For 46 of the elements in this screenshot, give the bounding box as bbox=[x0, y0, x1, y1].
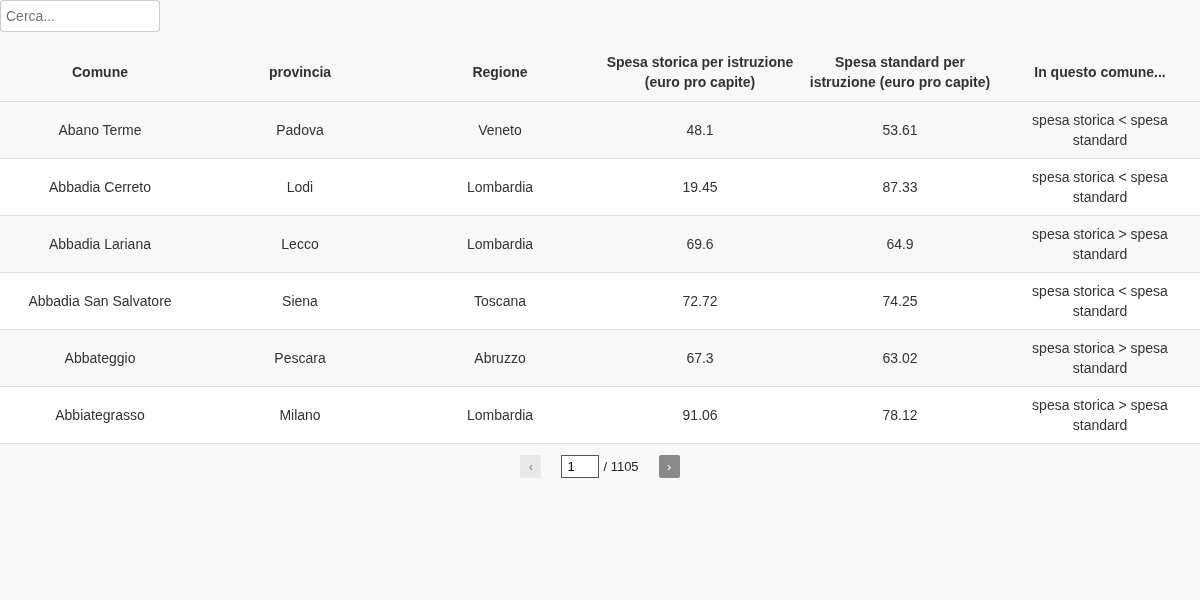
column-header: provincia bbox=[200, 42, 400, 102]
table-cell: 48.1 bbox=[600, 101, 800, 159]
column-header: In questo comune... bbox=[1000, 42, 1200, 102]
table-cell: 64.9 bbox=[800, 215, 1000, 273]
table-cell: spesa storica > spesa standard bbox=[1000, 329, 1200, 387]
table-cell: Abruzzo bbox=[400, 329, 600, 387]
table-cell: 91.06 bbox=[600, 386, 800, 444]
table-cell: 19.45 bbox=[600, 158, 800, 216]
column-header: Spesa storica per istruzione (euro pro capite) bbox=[600, 42, 800, 102]
table-cell: Lombardia bbox=[400, 158, 600, 216]
table-cell: spesa storica < spesa standard bbox=[1000, 158, 1200, 216]
table-cell: Padova bbox=[200, 101, 400, 159]
table-cell: Pescara bbox=[200, 329, 400, 387]
table-cell: Abbiategrasso bbox=[0, 386, 200, 444]
table-cell: Veneto bbox=[400, 101, 600, 159]
table-cell: 53.61 bbox=[800, 101, 1000, 159]
page-number-field[interactable]: 1 bbox=[561, 455, 600, 478]
next-page-button[interactable]: › bbox=[658, 455, 680, 478]
table-cell: spesa storica < spesa standard bbox=[1000, 272, 1200, 330]
table-cell: 67.3 bbox=[600, 329, 800, 387]
table-cell: Abbadia Cerreto bbox=[0, 158, 200, 216]
table-cell: spesa storica > spesa standard bbox=[1000, 215, 1200, 273]
table-cell: Lombardia bbox=[400, 215, 600, 273]
table-cell: 78.12 bbox=[800, 386, 1000, 444]
table-cell: Toscana bbox=[400, 272, 600, 330]
table-cell: Abbadia San Salvatore bbox=[0, 272, 200, 330]
column-header: Spesa standard per istruzione (euro pro capite) bbox=[800, 42, 1000, 102]
table-cell: Lodi bbox=[200, 158, 400, 216]
table-cell: 74.25 bbox=[800, 272, 1000, 330]
table-cell: 63.02 bbox=[800, 329, 1000, 387]
page-total: / 1105 bbox=[603, 459, 639, 474]
table-cell: Abbadia Lariana bbox=[0, 215, 200, 273]
table-cell: 87.33 bbox=[800, 158, 1000, 216]
table-cell: spesa storica < spesa standard bbox=[1000, 101, 1200, 159]
table-cell: Siena bbox=[200, 272, 400, 330]
table-cell: Abbateggio bbox=[0, 329, 200, 387]
table-cell: Abano Terme bbox=[0, 101, 200, 159]
table-cell: 69.6 bbox=[600, 215, 800, 273]
column-header: Comune bbox=[0, 42, 200, 102]
table-cell: spesa storica > spesa standard bbox=[1000, 386, 1200, 444]
table-cell: 72.72 bbox=[600, 272, 800, 330]
table-cell: Lombardia bbox=[400, 386, 600, 444]
search-field[interactable]: Cerca... bbox=[0, 0, 160, 32]
table-cell: Lecco bbox=[200, 215, 400, 273]
table-cell: Milano bbox=[200, 386, 400, 444]
column-header: Regione bbox=[400, 42, 600, 102]
